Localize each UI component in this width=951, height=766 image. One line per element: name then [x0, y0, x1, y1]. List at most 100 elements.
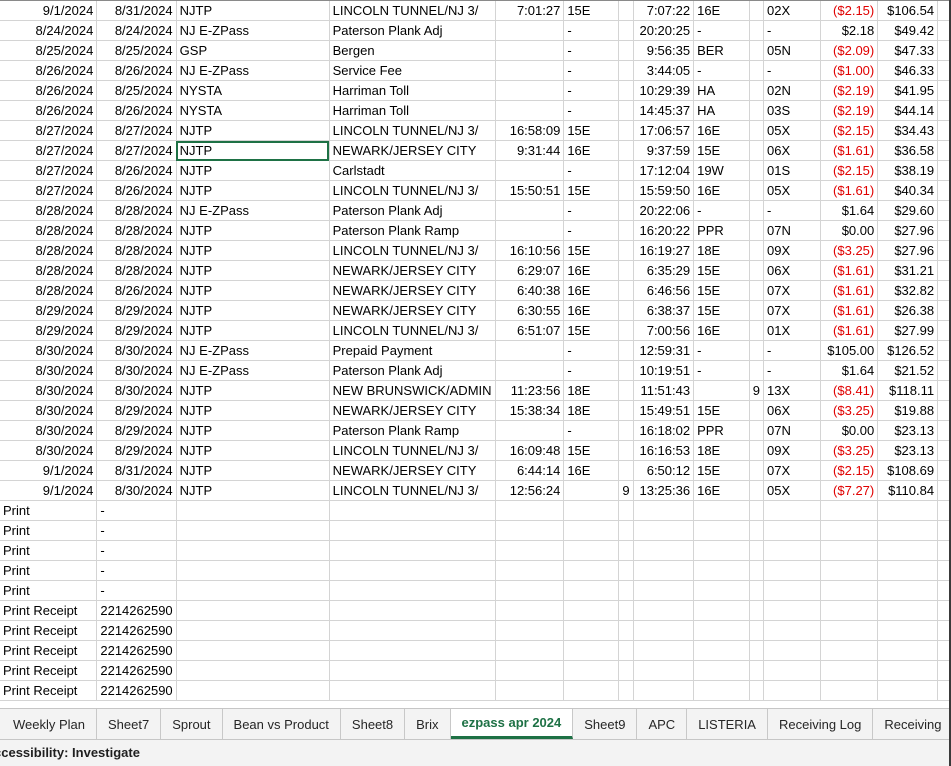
balance-cell[interactable]: $23.13 [877, 420, 939, 441]
entry-extra-cell[interactable] [618, 380, 634, 401]
entry-time-cell[interactable]: 11:23:56 [495, 380, 565, 401]
exit-extra-cell[interactable] [749, 180, 765, 201]
empty-cell[interactable] [618, 600, 634, 621]
empty-cell[interactable] [763, 680, 821, 701]
transaction-date-cell[interactable]: 8/24/2024 [96, 20, 177, 41]
entry-time-cell[interactable] [495, 220, 565, 241]
entry-plaza-cell[interactable]: - [563, 40, 620, 61]
entry-time-cell[interactable] [495, 340, 565, 361]
agency-cell[interactable]: NJTP [176, 260, 330, 281]
lane-cell[interactable]: 03S [763, 100, 821, 121]
entry-plaza-cell[interactable]: 18E [563, 380, 620, 401]
exit-time-cell[interactable]: 13:25:36 [633, 480, 695, 501]
empty-cell[interactable] [633, 580, 695, 601]
empty-cell[interactable] [618, 640, 634, 661]
tab-sprout[interactable]: Sprout [161, 709, 223, 739]
agency-cell[interactable]: NJ E-ZPass [176, 360, 330, 381]
empty-cell[interactable] [176, 660, 330, 681]
entry-time-cell[interactable]: 15:50:51 [495, 180, 565, 201]
agency-cell[interactable]: NJTP [176, 300, 330, 321]
amount-cell[interactable]: $1.64 [820, 360, 879, 381]
balance-cell[interactable]: $21.52 [877, 360, 939, 381]
balance-cell[interactable]: $44.14 [877, 100, 939, 121]
balance-cell[interactable]: $46.33 [877, 60, 939, 81]
empty-cell[interactable] [763, 640, 821, 661]
receipt-number-cell[interactable]: - [96, 580, 177, 601]
empty-cell[interactable] [763, 580, 821, 601]
transaction-date-cell[interactable]: 8/28/2024 [96, 260, 177, 281]
print-label-cell[interactable]: Print [0, 560, 98, 581]
balance-cell[interactable]: $49.42 [877, 20, 939, 41]
plaza-cell[interactable]: LINCOLN TUNNEL/NJ 3/ [329, 120, 496, 141]
exit-time-cell[interactable]: 6:35:29 [633, 260, 695, 281]
empty-cell[interactable] [563, 600, 620, 621]
entry-extra-cell[interactable] [618, 240, 634, 261]
print-label-cell[interactable]: Print Receipt [0, 680, 98, 701]
exit-time-cell[interactable]: 15:49:51 [633, 400, 695, 421]
balance-cell[interactable]: $36.58 [877, 140, 939, 161]
exit-time-cell[interactable]: 16:16:53 [633, 440, 695, 461]
plaza-cell[interactable]: LINCOLN TUNNEL/NJ 3/ [329, 1, 496, 21]
empty-cell[interactable] [763, 600, 821, 621]
empty-cell[interactable] [763, 660, 821, 681]
posting-date-cell[interactable]: 8/28/2024 [0, 200, 98, 221]
empty-cell[interactable] [633, 520, 695, 541]
empty-cell[interactable] [495, 520, 565, 541]
posting-date-cell[interactable]: 8/27/2024 [0, 120, 98, 141]
empty-cell[interactable] [329, 620, 496, 641]
empty-cell[interactable] [820, 680, 879, 701]
amount-cell[interactable]: ($3.25) [820, 440, 879, 461]
balance-cell[interactable]: $126.52 [877, 340, 939, 361]
transaction-date-cell[interactable]: 8/30/2024 [96, 340, 177, 361]
entry-plaza-cell[interactable]: - [563, 340, 620, 361]
lane-cell[interactable]: 07N [763, 220, 821, 241]
entry-time-cell[interactable] [495, 80, 565, 101]
lane-cell[interactable]: - [763, 20, 821, 41]
exit-extra-cell[interactable]: 9 [749, 380, 765, 401]
empty-cell[interactable] [820, 540, 879, 561]
transaction-date-cell[interactable]: 8/26/2024 [96, 60, 177, 81]
exit-plaza-cell[interactable]: 15E [693, 140, 750, 161]
empty-cell[interactable] [495, 600, 565, 621]
exit-plaza-cell[interactable]: - [693, 340, 750, 361]
balance-cell[interactable]: $19.88 [877, 400, 939, 421]
empty-cell[interactable] [693, 660, 750, 681]
amount-cell[interactable]: ($1.61) [820, 320, 879, 341]
print-label-cell[interactable]: Print [0, 540, 98, 561]
transaction-date-cell[interactable]: 8/27/2024 [96, 140, 177, 161]
exit-extra-cell[interactable] [749, 280, 765, 301]
empty-cell[interactable] [176, 620, 330, 641]
transaction-date-cell[interactable]: 8/31/2024 [96, 1, 177, 21]
entry-plaza-cell[interactable]: 16E [563, 140, 620, 161]
empty-cell[interactable] [329, 580, 496, 601]
receipt-number-cell[interactable]: - [96, 540, 177, 561]
exit-plaza-cell[interactable]: - [693, 60, 750, 81]
posting-date-cell[interactable]: 8/29/2024 [0, 320, 98, 341]
transaction-date-cell[interactable]: 8/28/2024 [96, 240, 177, 261]
print-label-cell[interactable]: Print [0, 580, 98, 601]
empty-cell[interactable] [820, 660, 879, 681]
tab-sheet8[interactable]: Sheet8 [341, 709, 406, 739]
entry-time-cell[interactable] [495, 200, 565, 221]
entry-extra-cell[interactable] [618, 160, 634, 181]
exit-time-cell[interactable]: 12:59:31 [633, 340, 695, 361]
print-label-cell[interactable]: Print Receipt [0, 620, 98, 641]
empty-cell[interactable] [618, 500, 634, 521]
entry-extra-cell[interactable] [618, 320, 634, 341]
amount-cell[interactable]: ($7.27) [820, 480, 879, 501]
exit-time-cell[interactable]: 16:19:27 [633, 240, 695, 261]
entry-extra-cell[interactable] [618, 460, 634, 481]
empty-cell[interactable] [763, 520, 821, 541]
transaction-date-cell[interactable]: 8/26/2024 [96, 160, 177, 181]
entry-extra-cell[interactable] [618, 440, 634, 461]
empty-cell[interactable] [495, 640, 565, 661]
transaction-date-cell[interactable]: 8/31/2024 [96, 460, 177, 481]
lane-cell[interactable]: 02N [763, 80, 821, 101]
empty-cell[interactable] [563, 620, 620, 641]
exit-time-cell[interactable]: 15:59:50 [633, 180, 695, 201]
entry-extra-cell[interactable] [618, 280, 634, 301]
transaction-date-cell[interactable]: 8/25/2024 [96, 80, 177, 101]
empty-cell[interactable] [563, 520, 620, 541]
empty-cell[interactable] [329, 600, 496, 621]
entry-plaza-cell[interactable]: - [563, 360, 620, 381]
